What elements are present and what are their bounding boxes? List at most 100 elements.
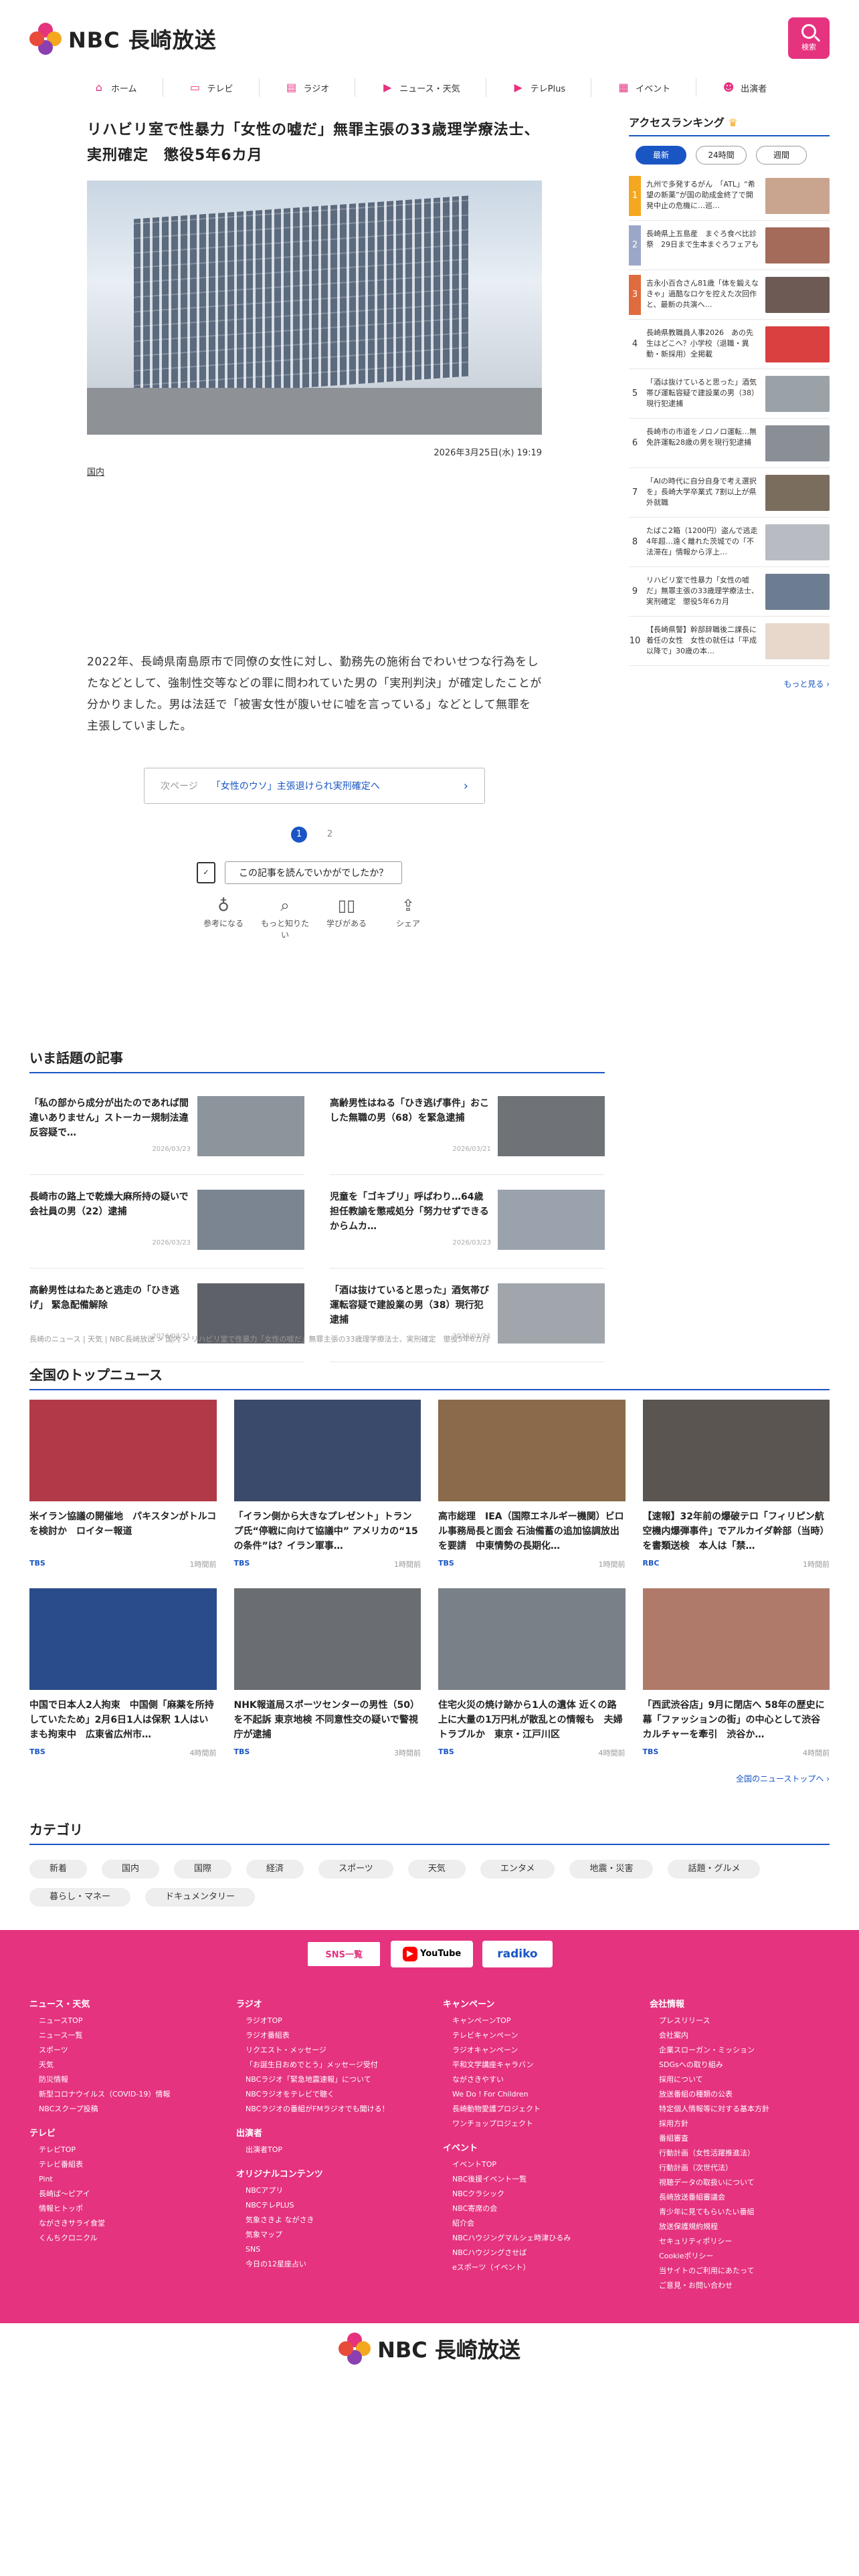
footer-group-title[interactable]: 会社情報 [650,1997,830,2010]
footer-link[interactable]: 平和文学講座キャラバン [443,2058,623,2072]
tab-24h[interactable]: 24時間 [696,146,747,165]
footer-link[interactable]: ニュース一覧 [29,2028,209,2043]
footer-link[interactable]: 企業スローガン・ミッション [650,2043,830,2058]
ranking-item[interactable]: 5 「酒は抜けていると思った」酒気帯び運転容疑で建設業の男（38）現行犯逮捕 [629,369,830,419]
footer-group-title[interactable]: ニュース・天気 [29,1997,209,2010]
page-2[interactable]: 2 [322,827,338,843]
footer-link[interactable]: 気象マップ [236,2228,416,2242]
trending-item[interactable]: 「酒は抜けていると思った」酒気帯び運転容疑で建設業の男（38）現行犯逮捕 2026… [330,1269,605,1362]
reaction-more-button[interactable]: ⌕ もっと知りたい [261,896,309,940]
footer-link[interactable]: NBCアプリ [236,2183,416,2198]
footer-link[interactable]: 会社案内 [650,2028,830,2043]
news-card[interactable]: 「イラン側から大きなプレゼント」トランプ氏“停戦に向けて協議中” アメリカの“1… [233,1400,421,1570]
ranking-item[interactable]: 1 九州で多発するがん 「ATL」“希望の新薬”が国の助成金終了で開発中止の危機に… [629,171,830,221]
footer-group-title[interactable]: テレビ [29,2126,209,2139]
nav-radio[interactable]: ▤ ラジオ [260,78,356,97]
nav-tv[interactable]: ▭ テレビ [163,78,260,97]
nav-home[interactable]: ⌂ ホーム [67,78,163,97]
footer-link[interactable]: 採用方針 [650,2117,830,2131]
footer-link[interactable]: 長崎動物愛護プロジェクト [443,2102,623,2117]
tab-latest[interactable]: 最新 [636,146,686,165]
footer-link[interactable]: プレスリリース [650,2014,830,2028]
news-card[interactable]: NHK報道局スポーツセンターの男性（50）を不起訴 東京地検 不同意性交の疑いで… [233,1588,421,1758]
footer-link[interactable]: 情報ヒトッポ [29,2202,209,2216]
footer-link[interactable]: NBCハウジングさせば [443,2246,623,2260]
trending-item[interactable]: 長崎市の路上で乾燥大麻所持の疑いで会社員の男（22）逮捕 2026/03/23 [29,1175,304,1269]
footer-link[interactable]: NBC後援イベント一覧 [443,2172,623,2187]
footer-link[interactable]: 紹介会 [443,2216,623,2231]
trending-item[interactable]: 「私の部から成分が出たのであれば間違いありません」ストーカー規制法違反容疑で… 2… [29,1081,304,1175]
news-card[interactable]: 住宅火災の焼け跡から1人の遺体 近くの路上に大量の1万円札が散乱との情報も 夫婦… [438,1588,626,1758]
footer-link[interactable]: リクエスト・メッセージ [236,2043,416,2058]
ranking-item[interactable]: 3 吉永小百合さん81歳「体を鍛えなきゃ」過酷なロケを控えた次回作と、最新の共演へ… [629,270,830,320]
footer-link[interactable]: SDGsへの取り組み [650,2058,830,2072]
tab-weekly[interactable]: 週間 [756,146,807,165]
news-card[interactable]: 米イラン協議の開催地 パキスタンがトルコを検討か ロイター報道 TBS 1時間前 [29,1400,217,1570]
category-chip[interactable]: 話題・グルメ [668,1860,761,1879]
footer-link[interactable]: スポーツ [29,2043,209,2058]
footer-link[interactable]: 新型コロナウイルス（COVID-19）情報 [29,2087,209,2102]
footer-link[interactable]: ニュースTOP [29,2014,209,2028]
sns-list-button[interactable]: SNS一覧 [306,1941,381,1967]
footer-link[interactable]: 放送番組の種類の公表 [650,2087,830,2102]
footer-link[interactable]: eスポーツ（イベント） [443,2260,623,2275]
footer-link[interactable]: 長崎放送番組審議会 [650,2190,830,2205]
category-chip[interactable]: スポーツ [318,1860,393,1879]
footer-link[interactable]: 天気 [29,2058,209,2072]
ranking-item[interactable]: 2 長崎県上五島産 まぐろ食べ比診祭 29日まで生本まぐろフェアも [629,221,830,270]
nav-teleplus[interactable]: ▶ テレPlus [486,78,592,97]
footer-link[interactable]: 長崎ば～ピアイ [29,2187,209,2202]
footer-link[interactable]: ながさきサライ食堂 [29,2216,209,2231]
news-card[interactable]: 中国で日本人2人拘束 中国側「麻薬を所持していたため」2月6日1人は保釈 1人は… [29,1588,217,1758]
next-page-link[interactable]: 次ページ 「女性のウソ」主張退けられ実刑確定へ › [144,768,485,804]
footer-link[interactable]: 青少年に見てもらいたい番組 [650,2205,830,2220]
footer-link[interactable]: 採用について [650,2072,830,2087]
footer-link[interactable]: Pint [29,2172,209,2187]
youtube-button[interactable]: ▶ YouTube [390,1941,474,1967]
footer-link[interactable]: キャンペーンTOP [443,2014,623,2028]
footer-link[interactable]: NBCクラシック [443,2187,623,2202]
footer-link[interactable]: NBCスクープ投稿 [29,2102,209,2117]
footer-link[interactable]: テレビキャンペーン [443,2028,623,2043]
footer-link[interactable]: NBCハウジングマルシェ時津ひるみ [443,2231,623,2246]
top-news-more-link[interactable]: 全国のニューストップへ › [29,1773,830,1784]
category-chip[interactable]: 経済 [246,1860,304,1879]
footer-link[interactable]: ラジオ番組表 [236,2028,416,2043]
news-card[interactable]: 高市総理 IEA（国際エネルギー機関）ビロル事務局長と面会 石油備蓄の追加協調放… [438,1400,626,1570]
footer-link[interactable]: NBC寄席の会 [443,2202,623,2216]
footer-link[interactable]: NBCラジオ「緊急地震速報」について [236,2072,416,2087]
footer-link[interactable]: ワンチョップロジェクト [443,2117,623,2131]
footer-link[interactable]: 今日の12星座占い [236,2257,416,2272]
footer-link[interactable]: テレビTOP [29,2143,209,2157]
footer-link[interactable]: ながさきやすい [443,2072,623,2087]
ranking-item[interactable]: 8 たばこ2箱（1200円）盗んで逃走4年超…遠く離れた茨城での「不法滞在」情報か… [629,518,830,567]
site-logo[interactable]: NBC 長崎放送 [29,23,217,55]
footer-link[interactable]: ラジオキャンペーン [443,2043,623,2058]
footer-group-title[interactable]: イベント [443,2141,623,2153]
footer-link[interactable]: Cookieポリシー [650,2249,830,2264]
footer-group-title[interactable]: ラジオ [236,1997,416,2010]
trending-item[interactable]: 児童を「ゴキブリ」呼ばわり…64歳担任教諭を懲戒処分「努力せずできるからムカ… 2… [330,1175,605,1269]
footer-link[interactable]: NBCラジオの番組がFMラジオでも聞ける！ [236,2102,416,2117]
footer-link[interactable]: 「お誕生日おめでとう」メッセージ受付 [236,2058,416,2072]
article-category-link[interactable]: 国内 [87,465,104,477]
category-chip[interactable]: 天気 [407,1860,466,1879]
footer-link[interactable]: NBCテレPLUS [236,2198,416,2213]
footer-link[interactable]: セキュリティポリシー [650,2234,830,2249]
footer-link[interactable]: We Do ! For Children [443,2087,623,2102]
footer-group-title[interactable]: 出演者 [236,2126,416,2139]
footer-link[interactable]: 特定個人情報等に対する基本方針 [650,2102,830,2117]
reaction-helpful-button[interactable]: ♁ 参考になる [199,896,248,940]
ranking-more-link[interactable]: もっと見る › [629,678,830,689]
ranking-item[interactable]: 9 リハビリ室で性暴力「女性の嘘だ」無罪主張の33歳理学療法士、実刑確定 懲役5年… [629,567,830,617]
ranking-item[interactable]: 10 【長崎県警】幹部辞職後二課長に着任の女性 女性の就任は「平成以降で」30歳の… [629,617,830,666]
footer-link[interactable]: ラジオTOP [236,2014,416,2028]
footer-link[interactable]: 放送保護規約規程 [650,2220,830,2234]
page-1[interactable]: 1 [291,827,307,843]
footer-link[interactable]: ご意見・お問い合わせ [650,2278,830,2293]
share-button[interactable]: ⇪ シェア [384,896,432,940]
footer-link[interactable]: 行動計画（女性活躍推進法） [650,2146,830,2161]
footer-link[interactable]: くんちクロニクル [29,2231,209,2246]
footer-group-title[interactable]: キャンペーン [443,1997,623,2010]
nav-news-weather[interactable]: ▶ ニュース・天気 [355,78,486,97]
